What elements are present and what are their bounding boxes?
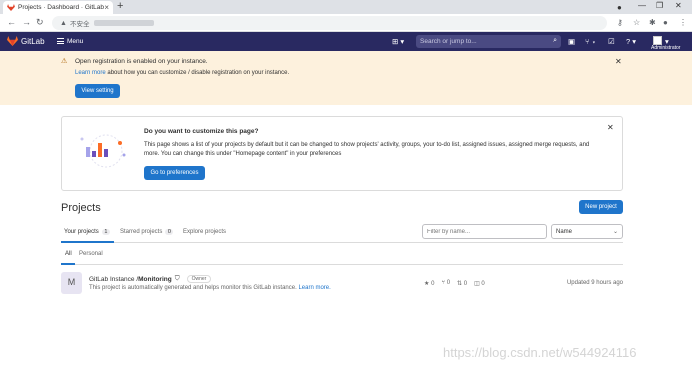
gitlab-navbar: GitLab Menu ⊞ ▾ Search or jump to... ⌕ ▣…	[0, 32, 692, 51]
forks-count: 0	[446, 280, 451, 286]
project-name: Monitoring	[138, 275, 172, 283]
create-new-icon[interactable]: ⊞ ▾	[392, 37, 404, 46]
browser-menu-icon[interactable]: ⋮	[679, 18, 687, 27]
card-title: Do you want to customize this page?	[144, 128, 259, 135]
learn-more-link[interactable]: Learn more	[75, 70, 106, 76]
alert-close-icon[interactable]: ✕	[615, 57, 622, 66]
registration-alert: ⚠ Open registration is enabled on your i…	[0, 51, 692, 105]
merge-requests-icon[interactable]: ⑂ ▾	[585, 37, 596, 46]
filter-by-name-input[interactable]	[422, 224, 547, 239]
project-stats: ★ 0 ⑂ 0 ⇅ 0 ◫ 0	[424, 280, 485, 287]
project-description-text: This project is automatically generated …	[89, 285, 299, 291]
address-bar[interactable]: ▲ 不安全	[52, 16, 607, 30]
visibility-shield-icon: ⛉	[174, 275, 180, 282]
back-icon[interactable]: ←	[7, 17, 16, 27]
gitlab-brand[interactable]: GitLab	[21, 37, 45, 46]
issues-icon[interactable]: ▣	[568, 37, 575, 46]
blurred-url	[94, 20, 155, 26]
stars-stat[interactable]: ★ 0	[424, 280, 434, 287]
address-bar-row: ← → ↻ ▲ 不安全 ⚷ ☆ ✱ ● ⋮	[0, 14, 692, 32]
alert-body-text: about how you can customize / disable re…	[105, 70, 290, 76]
project-avatar[interactable]: M	[61, 272, 82, 294]
star-icon[interactable]: ☆	[633, 18, 640, 27]
subtab-personal[interactable]: Personal	[79, 251, 103, 257]
card-close-icon[interactable]: ✕	[607, 123, 614, 132]
sort-label: Name	[556, 228, 573, 235]
key-icon[interactable]: ⚷	[617, 18, 623, 27]
merge-requests-count: 0	[463, 281, 468, 287]
profile-icon[interactable]: ●	[617, 3, 622, 12]
extensions-icon[interactable]: ✱	[649, 18, 656, 27]
menu-button[interactable]: Menu	[57, 37, 83, 45]
forks-stat[interactable]: ⑂ 0	[441, 280, 450, 287]
tab-title: Projects · Dashboard · GitLab	[18, 4, 104, 11]
hamburger-icon	[57, 37, 64, 45]
browser-tabstrip: Projects · Dashboard · GitLab × + ● — ❐ …	[0, 0, 692, 14]
close-window-button[interactable]: ✕	[675, 1, 682, 10]
menu-label: Menu	[67, 37, 84, 45]
watermark: https://blog.csdn.net/w544924116	[443, 345, 637, 360]
help-icon[interactable]: ? ▾	[626, 37, 636, 46]
tab-count: 0	[165, 229, 174, 235]
issues-icon: ◫	[474, 281, 480, 287]
alert-title: Open registration is enabled on your ins…	[75, 58, 208, 65]
browser-tab[interactable]: Projects · Dashboard · GitLab ×	[3, 1, 113, 14]
tab-label: Your projects	[64, 229, 99, 235]
tab-your-projects[interactable]: Your projects 1	[64, 229, 110, 235]
project-filter-tabs: All Personal	[61, 246, 623, 265]
chevron-down-icon: ⌄	[612, 229, 618, 235]
security-label: 不安全	[69, 21, 90, 28]
warning-icon: ⚠	[61, 58, 68, 65]
customize-illustration-icon	[80, 134, 126, 168]
merge-requests-stat[interactable]: ⇅ 0	[457, 280, 467, 287]
project-namespace: GitLab Instance /	[89, 275, 139, 283]
todos-icon[interactable]: ☑	[608, 37, 615, 46]
tab-starred-projects[interactable]: Starred projects 0	[120, 229, 174, 235]
new-tab-button[interactable]: +	[117, 0, 123, 12]
go-to-preferences-button[interactable]: Go to preferences	[144, 166, 205, 180]
warning-icon: ▲	[60, 19, 67, 27]
tab-close-icon[interactable]: ×	[104, 3, 109, 12]
tab-label: Explore projects	[183, 229, 227, 235]
tab-label: Starred projects	[120, 229, 163, 235]
project-description: This project is automatically generated …	[89, 285, 331, 291]
search-placeholder: Search or jump to...	[420, 38, 477, 45]
stars-count: 0	[431, 281, 435, 287]
view-setting-button[interactable]: View setting	[75, 84, 120, 98]
search-input[interactable]: Search or jump to... ⌕	[416, 35, 561, 48]
active-tab-indicator	[61, 241, 114, 243]
new-project-button[interactable]: New project	[579, 200, 623, 214]
reload-icon[interactable]: ↻	[36, 17, 44, 28]
search-icon: ⌕	[553, 37, 557, 44]
project-learn-more-link[interactable]: Learn more.	[298, 285, 330, 291]
issues-stat[interactable]: ◫ 0	[474, 280, 485, 287]
tab-explore-projects[interactable]: Explore projects	[183, 229, 226, 235]
forward-icon[interactable]: →	[22, 17, 31, 27]
gitlab-favicon-icon	[7, 4, 15, 11]
project-list-item[interactable]: M GitLab Instance / Monitoring ⛉ Owner T…	[61, 272, 623, 298]
merge-request-icon: ⇅	[457, 281, 463, 287]
user-avatar[interactable]	[653, 36, 662, 45]
maximize-button[interactable]: ❐	[656, 1, 663, 10]
minimize-button[interactable]: —	[638, 1, 646, 10]
sort-dropdown[interactable]: Name ⌄	[551, 224, 623, 239]
tab-count: 1	[101, 229, 110, 235]
star-icon: ★	[424, 281, 430, 287]
customize-page-card: Do you want to customize this page? This…	[61, 116, 623, 191]
project-updated-time: Updated 9 hours ago	[566, 280, 623, 286]
gitlab-logo-icon[interactable]	[7, 36, 18, 46]
project-title[interactable]: GitLab Instance / Monitoring ⛉ Owner	[89, 275, 212, 283]
card-body: This page shows a list of your projects …	[144, 142, 590, 157]
subtab-all[interactable]: All	[65, 251, 72, 257]
account-icon[interactable]: ●	[663, 18, 668, 27]
role-badge: Owner	[186, 275, 212, 283]
page-title: Projects	[61, 202, 101, 214]
alert-body: Learn more about how you can customize /…	[75, 70, 289, 76]
active-subtab-indicator	[61, 263, 75, 265]
fork-icon: ⑂	[441, 280, 446, 286]
issues-count: 0	[481, 281, 485, 287]
